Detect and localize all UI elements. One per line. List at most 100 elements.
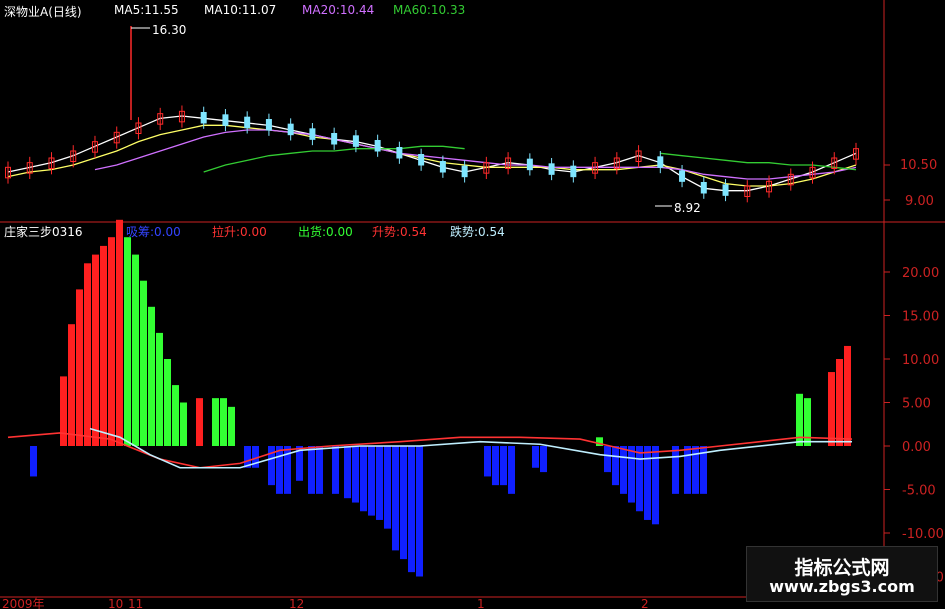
indicator-s3: 出货:0.00 bbox=[298, 225, 353, 239]
indicator-tick-label: 15.00 bbox=[902, 310, 939, 325]
watermark: 指标公式网 www.zbgs3.com bbox=[746, 546, 938, 602]
indicator-bar bbox=[400, 446, 407, 560]
candle-body bbox=[222, 114, 229, 126]
indicator-s5: 跌势:0.54 bbox=[450, 225, 505, 239]
indicator-bar bbox=[76, 289, 83, 446]
indicator-bar bbox=[212, 398, 219, 446]
x-label-month: 11 bbox=[128, 597, 143, 609]
indicator-bar bbox=[416, 446, 423, 577]
indicator-bar bbox=[392, 446, 399, 551]
indicator-bar bbox=[508, 446, 515, 494]
candle-body bbox=[526, 158, 533, 171]
indicator-bar bbox=[92, 254, 99, 446]
indicator-bar bbox=[352, 446, 359, 503]
indicator-bar bbox=[316, 446, 323, 494]
indicator-bar bbox=[376, 446, 383, 520]
moving-average-line bbox=[660, 152, 857, 171]
watermark-url: www.zbgs3.com bbox=[769, 577, 915, 596]
indicator-bar bbox=[332, 446, 339, 494]
indicator-bar bbox=[636, 446, 643, 512]
candle-body bbox=[418, 154, 425, 166]
candle-body bbox=[657, 156, 664, 168]
indicator-bar bbox=[604, 446, 611, 473]
candle-body bbox=[570, 165, 577, 178]
candle-body bbox=[287, 123, 294, 136]
indicator-bar bbox=[220, 398, 227, 446]
indicator-bar bbox=[368, 446, 375, 516]
indicator-line bbox=[89, 427, 852, 469]
stock-name: 深物业A(日线) bbox=[4, 5, 82, 19]
indicator-bar bbox=[276, 446, 283, 494]
indicator-bar bbox=[156, 332, 163, 446]
indicator-s4: 升势:0.54 bbox=[372, 225, 427, 239]
ma20-label: MA20:10.44 bbox=[302, 3, 375, 17]
price-tick-label: 9.00 bbox=[905, 194, 934, 209]
candle-body bbox=[309, 128, 316, 140]
indicator-bar bbox=[844, 345, 851, 446]
candle-body bbox=[265, 119, 272, 131]
candle-body bbox=[374, 140, 381, 152]
moving-average-line bbox=[94, 129, 857, 180]
candle-body bbox=[200, 112, 207, 124]
candle-body bbox=[679, 170, 686, 182]
indicator-bar bbox=[84, 263, 91, 446]
indicator-name: 庄家三步0316 bbox=[4, 225, 83, 239]
indicator-bar bbox=[384, 446, 391, 529]
indicator-bar bbox=[164, 359, 171, 446]
candle-body bbox=[352, 135, 359, 147]
indicator-bar bbox=[140, 280, 147, 446]
indicator-bar bbox=[132, 254, 139, 446]
indicator-bar bbox=[804, 398, 811, 446]
indicator-bar bbox=[100, 245, 107, 446]
indicator-tick-label: 5.00 bbox=[902, 397, 931, 412]
chart-stage: 20.0015.0010.005.000.00-5.00-10.00-15.00… bbox=[0, 0, 945, 609]
x-label-month: 10 bbox=[108, 597, 123, 609]
indicator-s1: 吸筹:0.00 bbox=[126, 225, 181, 239]
indicator-pane: 20.0015.0010.005.000.00-5.00-10.00-15.00 bbox=[7, 219, 944, 586]
indicator-bar bbox=[108, 237, 115, 446]
indicator-bar bbox=[836, 359, 843, 446]
ma5-label: MA5:11.55 bbox=[114, 3, 179, 17]
ma60-label: MA60:10.33 bbox=[393, 3, 466, 17]
indicator-bar bbox=[612, 446, 619, 486]
indicator-bar bbox=[644, 446, 651, 520]
x-label-year: 2009年 bbox=[2, 597, 45, 609]
indicator-bar bbox=[628, 446, 635, 503]
indicator-bar bbox=[492, 446, 499, 486]
indicator-bar bbox=[60, 376, 67, 446]
candle-body bbox=[461, 165, 468, 178]
indicator-bar bbox=[30, 446, 37, 477]
indicator-bar bbox=[540, 446, 547, 473]
indicator-s2: 拉升:0.00 bbox=[212, 225, 267, 239]
high-annotation: 16.30 bbox=[152, 23, 186, 37]
candle-body bbox=[331, 133, 338, 145]
x-label-month: 2 bbox=[641, 597, 649, 609]
candle-body bbox=[396, 147, 403, 159]
indicator-bar bbox=[620, 446, 627, 494]
indicator-bar bbox=[344, 446, 351, 499]
indicator-tick-label: 20.00 bbox=[902, 266, 939, 281]
candle-body bbox=[548, 163, 555, 175]
indicator-bar bbox=[180, 402, 187, 446]
indicator-bar bbox=[532, 446, 539, 468]
indicator-bar bbox=[148, 306, 155, 446]
indicator-tick-label: 10.00 bbox=[902, 353, 939, 368]
indicator-bar bbox=[684, 446, 691, 494]
price-tick-label: 10.50 bbox=[900, 158, 937, 173]
indicator-bar bbox=[124, 237, 131, 446]
candle-body bbox=[722, 184, 729, 196]
indicator-bar bbox=[828, 372, 835, 446]
low-annotation: 8.92 bbox=[674, 201, 701, 215]
candle-body bbox=[700, 182, 707, 194]
indicator-bar bbox=[408, 446, 415, 573]
indicator-bar bbox=[116, 219, 123, 446]
candle-body bbox=[439, 161, 446, 173]
indicator-bar bbox=[228, 406, 235, 446]
ma10-label: MA10:11.07 bbox=[204, 3, 277, 17]
indicator-bar bbox=[308, 446, 315, 494]
indicator-bar bbox=[672, 446, 679, 494]
watermark-title: 指标公式网 bbox=[794, 557, 890, 579]
indicator-bar bbox=[172, 385, 179, 446]
indicator-bar bbox=[484, 446, 491, 477]
x-label-month: 12 bbox=[289, 597, 304, 609]
